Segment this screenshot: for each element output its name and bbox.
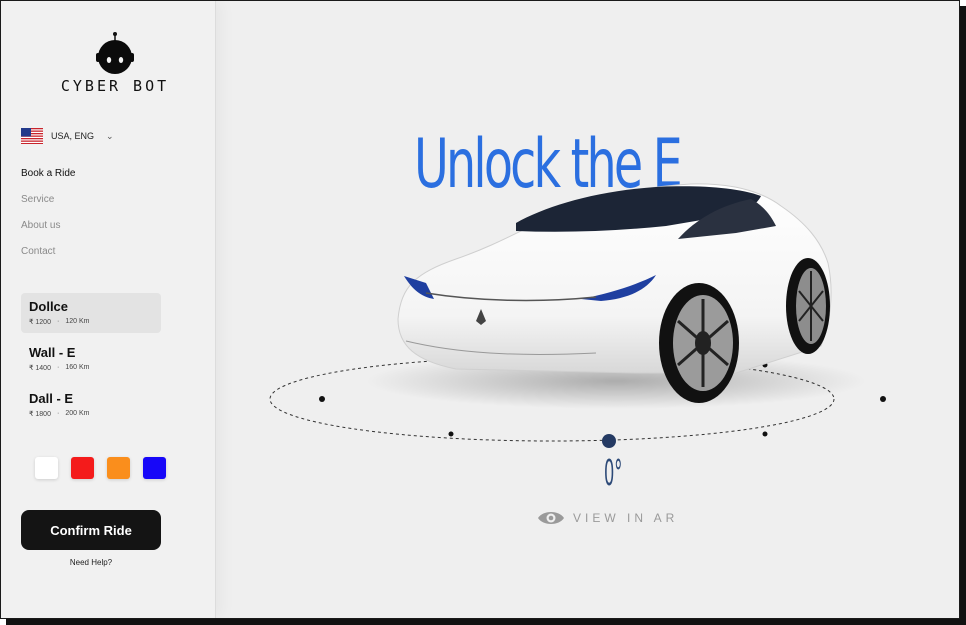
nav-item-about-us[interactable]: About us <box>21 219 75 245</box>
brand-name: CYBER BOT <box>60 77 170 95</box>
main-nav: Book a Ride Service About us Contact <box>21 167 75 271</box>
ride-option-dall-e[interactable]: Dall - E ₹ 1800 · 200 Km <box>21 385 161 425</box>
ride-distance: 200 Km <box>65 410 90 417</box>
robot-head-icon <box>96 32 134 74</box>
orbit-marker <box>762 431 768 437</box>
brand-logo[interactable]: CYBER BOT <box>53 31 177 97</box>
car-model-image[interactable] <box>366 183 866 409</box>
orbit-marker <box>880 396 886 402</box>
language-selector[interactable]: USA, ENG ⌄ <box>21 127 114 145</box>
us-flag-icon <box>21 128 43 144</box>
sidebar: CYBER BOT USA, ENG ⌄ Book a Ride Service… <box>1 1 216 618</box>
rotation-handle[interactable] <box>602 434 616 448</box>
ride-options: Dollce ₹ 1200 · 120 Km Wall - E ₹ 1400 ·… <box>21 293 161 431</box>
color-swatch-red[interactable] <box>71 457 94 479</box>
nav-item-service[interactable]: Service <box>21 193 75 219</box>
confirm-ride-button[interactable]: Confirm Ride <box>21 510 161 550</box>
need-help-link[interactable]: Need Help? <box>21 558 161 567</box>
ride-option-dollce[interactable]: Dollce ₹ 1200 · 120 Km <box>21 293 161 333</box>
orbit-marker <box>319 396 325 402</box>
color-swatch-blue[interactable] <box>143 457 166 479</box>
language-label: USA, ENG <box>51 131 95 141</box>
ride-distance: 160 Km <box>65 364 90 371</box>
app-window: CYBER BOT USA, ENG ⌄ Book a Ride Service… <box>0 0 960 619</box>
color-swatch-white[interactable] <box>35 457 58 479</box>
ride-option-wall-e[interactable]: Wall - E ₹ 1400 · 160 Km <box>21 339 161 379</box>
ride-distance: 120 Km <box>65 318 90 325</box>
nav-item-book-a-ride[interactable]: Book a Ride <box>21 167 75 193</box>
ride-name: Wall - E <box>29 345 76 360</box>
ride-price: ₹ 1400 <box>29 365 51 372</box>
eye-icon <box>538 512 564 524</box>
color-swatch-orange[interactable] <box>107 457 130 479</box>
ride-name: Dall - E <box>29 391 74 406</box>
ride-price: ₹ 1800 <box>29 411 51 418</box>
meta-separator: · <box>56 318 60 325</box>
nav-item-contact[interactable]: Contact <box>21 245 75 271</box>
view-in-ar-label: VIEW IN AR <box>573 511 679 525</box>
chevron-down-icon: ⌄ <box>106 130 114 141</box>
color-picker <box>35 457 166 479</box>
rotation-degree-label: 0° <box>604 453 623 494</box>
meta-separator: · <box>56 364 60 371</box>
orbit-marker <box>448 431 454 437</box>
ride-name: Dollce <box>29 299 69 314</box>
ride-price: ₹ 1200 <box>29 319 51 326</box>
hero-area: Unlock the Extraordinary <box>216 1 959 618</box>
meta-separator: · <box>56 410 60 417</box>
view-in-ar-button[interactable]: VIEW IN AR <box>537 509 678 527</box>
